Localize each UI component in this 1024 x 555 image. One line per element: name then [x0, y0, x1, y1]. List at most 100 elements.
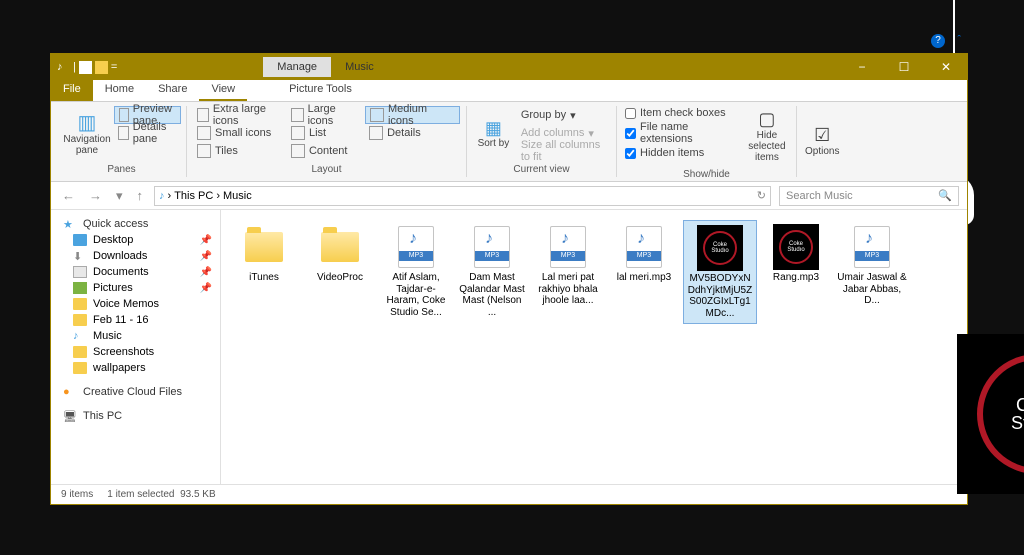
list-button[interactable]: List [287, 124, 362, 142]
sidebar-quick-access[interactable]: ★Quick access [55, 216, 216, 232]
minimize-button[interactable]: − [841, 54, 883, 80]
address-bar-row: ← → ▾ ↑ ♪ › This PC › Music ↻ Search Mus… [51, 182, 967, 210]
small-icons-button[interactable]: Small icons [193, 124, 284, 142]
music-icon: ♪ [57, 61, 70, 74]
sidebar-item-feb-11---16[interactable]: Feb 11 - 16 [55, 312, 216, 328]
check-label: Item check boxes [640, 107, 726, 119]
tab-view[interactable]: View [199, 80, 247, 101]
titlebar: ♪ | = Manage Music − ☐ ✕ [51, 54, 967, 80]
file-item[interactable]: CokeStudıoRang.mp3 [759, 220, 833, 324]
nav-sidebar: ★Quick access Desktop📌⬇Downloads📌Documen… [51, 210, 221, 484]
file-icon [79, 61, 92, 74]
tab-picture-tools[interactable]: Picture Tools [277, 80, 364, 101]
file-item[interactable]: CokeStudıoMV5BODYxNDdhYjktMjU5ZS00ZGIxLT… [683, 220, 757, 324]
content-label: Content [309, 145, 348, 157]
breadcrumb[interactable]: ♪ › This PC › Music ↻ [154, 186, 771, 206]
sidebar-item-music[interactable]: ♪Music [55, 328, 216, 344]
close-button[interactable]: ✕ [925, 54, 967, 80]
status-bar: 9 items 1 item selected 93.5 KB [51, 484, 967, 504]
ribbon: ▥Navigation pane Preview pane Details pa… [51, 102, 967, 182]
forward-button[interactable]: → [86, 188, 105, 203]
help-icon[interactable]: ? [931, 34, 945, 48]
sort-by-button[interactable]: ▦Sort by [473, 106, 514, 162]
sort-label: Sort by [478, 138, 510, 149]
ribbon-tabs: File Home Share View Picture Tools ? ˆ [51, 80, 967, 102]
music-icon: ♪ [159, 190, 165, 202]
hidden-items-toggle[interactable]: Hidden items [623, 146, 741, 160]
sidebar-item-voice-memos[interactable]: Voice Memos [55, 296, 216, 312]
tiles-button[interactable]: Tiles [193, 142, 284, 160]
explorer-window: ♪ | = Manage Music − ☐ ✕ File Home Share… [50, 53, 968, 505]
sidebar-this-pc[interactable]: 🖥This PC [55, 408, 216, 424]
file-item[interactable]: ♪lal meri.mp3 [607, 220, 681, 324]
maximize-button[interactable]: ☐ [883, 54, 925, 80]
details-label: Details [387, 127, 421, 139]
file-extensions-toggle[interactable]: File name extensions [623, 120, 741, 146]
search-placeholder: Search Music [786, 190, 853, 202]
hide-selected-button[interactable]: ▢Hide selected items [744, 106, 790, 167]
collapse-ribbon-icon[interactable]: ˆ [957, 34, 961, 46]
cc-label: Creative Cloud Files [83, 386, 182, 398]
group-current-label: Current view [473, 162, 610, 177]
quick-access-toolbar[interactable]: ♪ | = [51, 61, 123, 74]
sidebar-item-documents[interactable]: Documents📌 [55, 264, 216, 280]
preview-pane-content: CokeStudıo [957, 334, 1024, 494]
file-item[interactable]: ♪Dam Mast Qalandar Mast Mast (Nelson ... [455, 220, 529, 324]
pc-label: This PC [83, 410, 122, 422]
file-item[interactable]: ♪Atif Aslam, Tajdar-e-Haram, Coke Studio… [379, 220, 453, 324]
group-layout-label: Layout [193, 162, 460, 177]
tab-file[interactable]: File [51, 80, 93, 101]
sidebar-item-desktop[interactable]: Desktop📌 [55, 232, 216, 248]
tab-manage[interactable]: Manage [263, 57, 331, 77]
file-item[interactable]: VideoProc [303, 220, 377, 324]
folder-icon [95, 61, 108, 74]
options-label: Options [805, 146, 839, 157]
file-grid[interactable]: iTunesVideoProc♪Atif Aslam, Tajdar-e-Har… [221, 210, 967, 484]
details-pane-button[interactable]: Details pane [114, 124, 181, 142]
item-checkboxes-toggle[interactable]: Item check boxes [623, 106, 741, 120]
sidebar-item-wallpapers[interactable]: wallpapers [55, 360, 216, 376]
sidebar-item-screenshots[interactable]: Screenshots [55, 344, 216, 360]
details-view-button[interactable]: Details [365, 124, 460, 142]
medium-icons-button[interactable]: Medium icons [365, 106, 460, 124]
details-pane-label: Details pane [133, 121, 177, 145]
tab-share[interactable]: Share [146, 80, 199, 101]
sidebar-item-downloads[interactable]: ⬇Downloads📌 [55, 248, 216, 264]
sidebar-item-pictures[interactable]: Pictures📌 [55, 280, 216, 296]
up-button[interactable]: ↑ [134, 188, 147, 203]
tab-home[interactable]: Home [93, 80, 146, 101]
list-label: List [309, 127, 326, 139]
file-item[interactable]: iTunes [227, 220, 301, 324]
size-columns-button[interactable]: Size all columns to fit [517, 142, 610, 160]
extra-large-icons-button[interactable]: Extra large icons [193, 106, 284, 124]
options-button[interactable]: ☑Options [803, 106, 841, 177]
file-item[interactable]: ♪Lal meri pat rakhiyo bhala jhoole laa..… [531, 220, 605, 324]
addcol-label: Add columns [521, 127, 585, 139]
group-by-button[interactable]: Group by ▾ [517, 106, 610, 124]
tiles-label: Tiles [215, 145, 238, 157]
status-size: 93.5 KB [180, 489, 216, 500]
recent-button[interactable]: ▾ [113, 188, 126, 204]
search-input[interactable]: Search Music 🔍 [779, 186, 959, 206]
nav-pane-label: Navigation pane [63, 134, 110, 156]
status-count: 9 items [61, 489, 93, 500]
search-icon: 🔍 [938, 189, 952, 202]
navigation-pane-button[interactable]: ▥Navigation pane [63, 106, 111, 162]
group-panes-label: Panes [63, 162, 180, 177]
hidden-label: Hidden items [640, 147, 704, 159]
sidebar-creative-cloud[interactable]: ●Creative Cloud Files [55, 384, 216, 400]
tab-music-tools[interactable]: Music [331, 57, 388, 77]
hide-label: Hide selected items [746, 130, 788, 163]
crumb-thispc[interactable]: This PC [174, 190, 213, 202]
ext-label: File name extensions [640, 121, 739, 145]
refresh-icon[interactable]: ↻ [757, 189, 766, 202]
file-item[interactable]: ♪Umair Jaswal & Jabar Abbas, D... [835, 220, 909, 324]
quick-label: Quick access [83, 218, 148, 230]
back-button[interactable]: ← [59, 188, 78, 203]
content-button[interactable]: Content [287, 142, 362, 160]
crumb-music[interactable]: Music [223, 190, 252, 202]
groupby-label: Group by [521, 109, 566, 121]
large-icons-button[interactable]: Large icons [287, 106, 362, 124]
sm-label: Small icons [215, 127, 271, 139]
status-selected: 1 item selected [107, 489, 174, 500]
